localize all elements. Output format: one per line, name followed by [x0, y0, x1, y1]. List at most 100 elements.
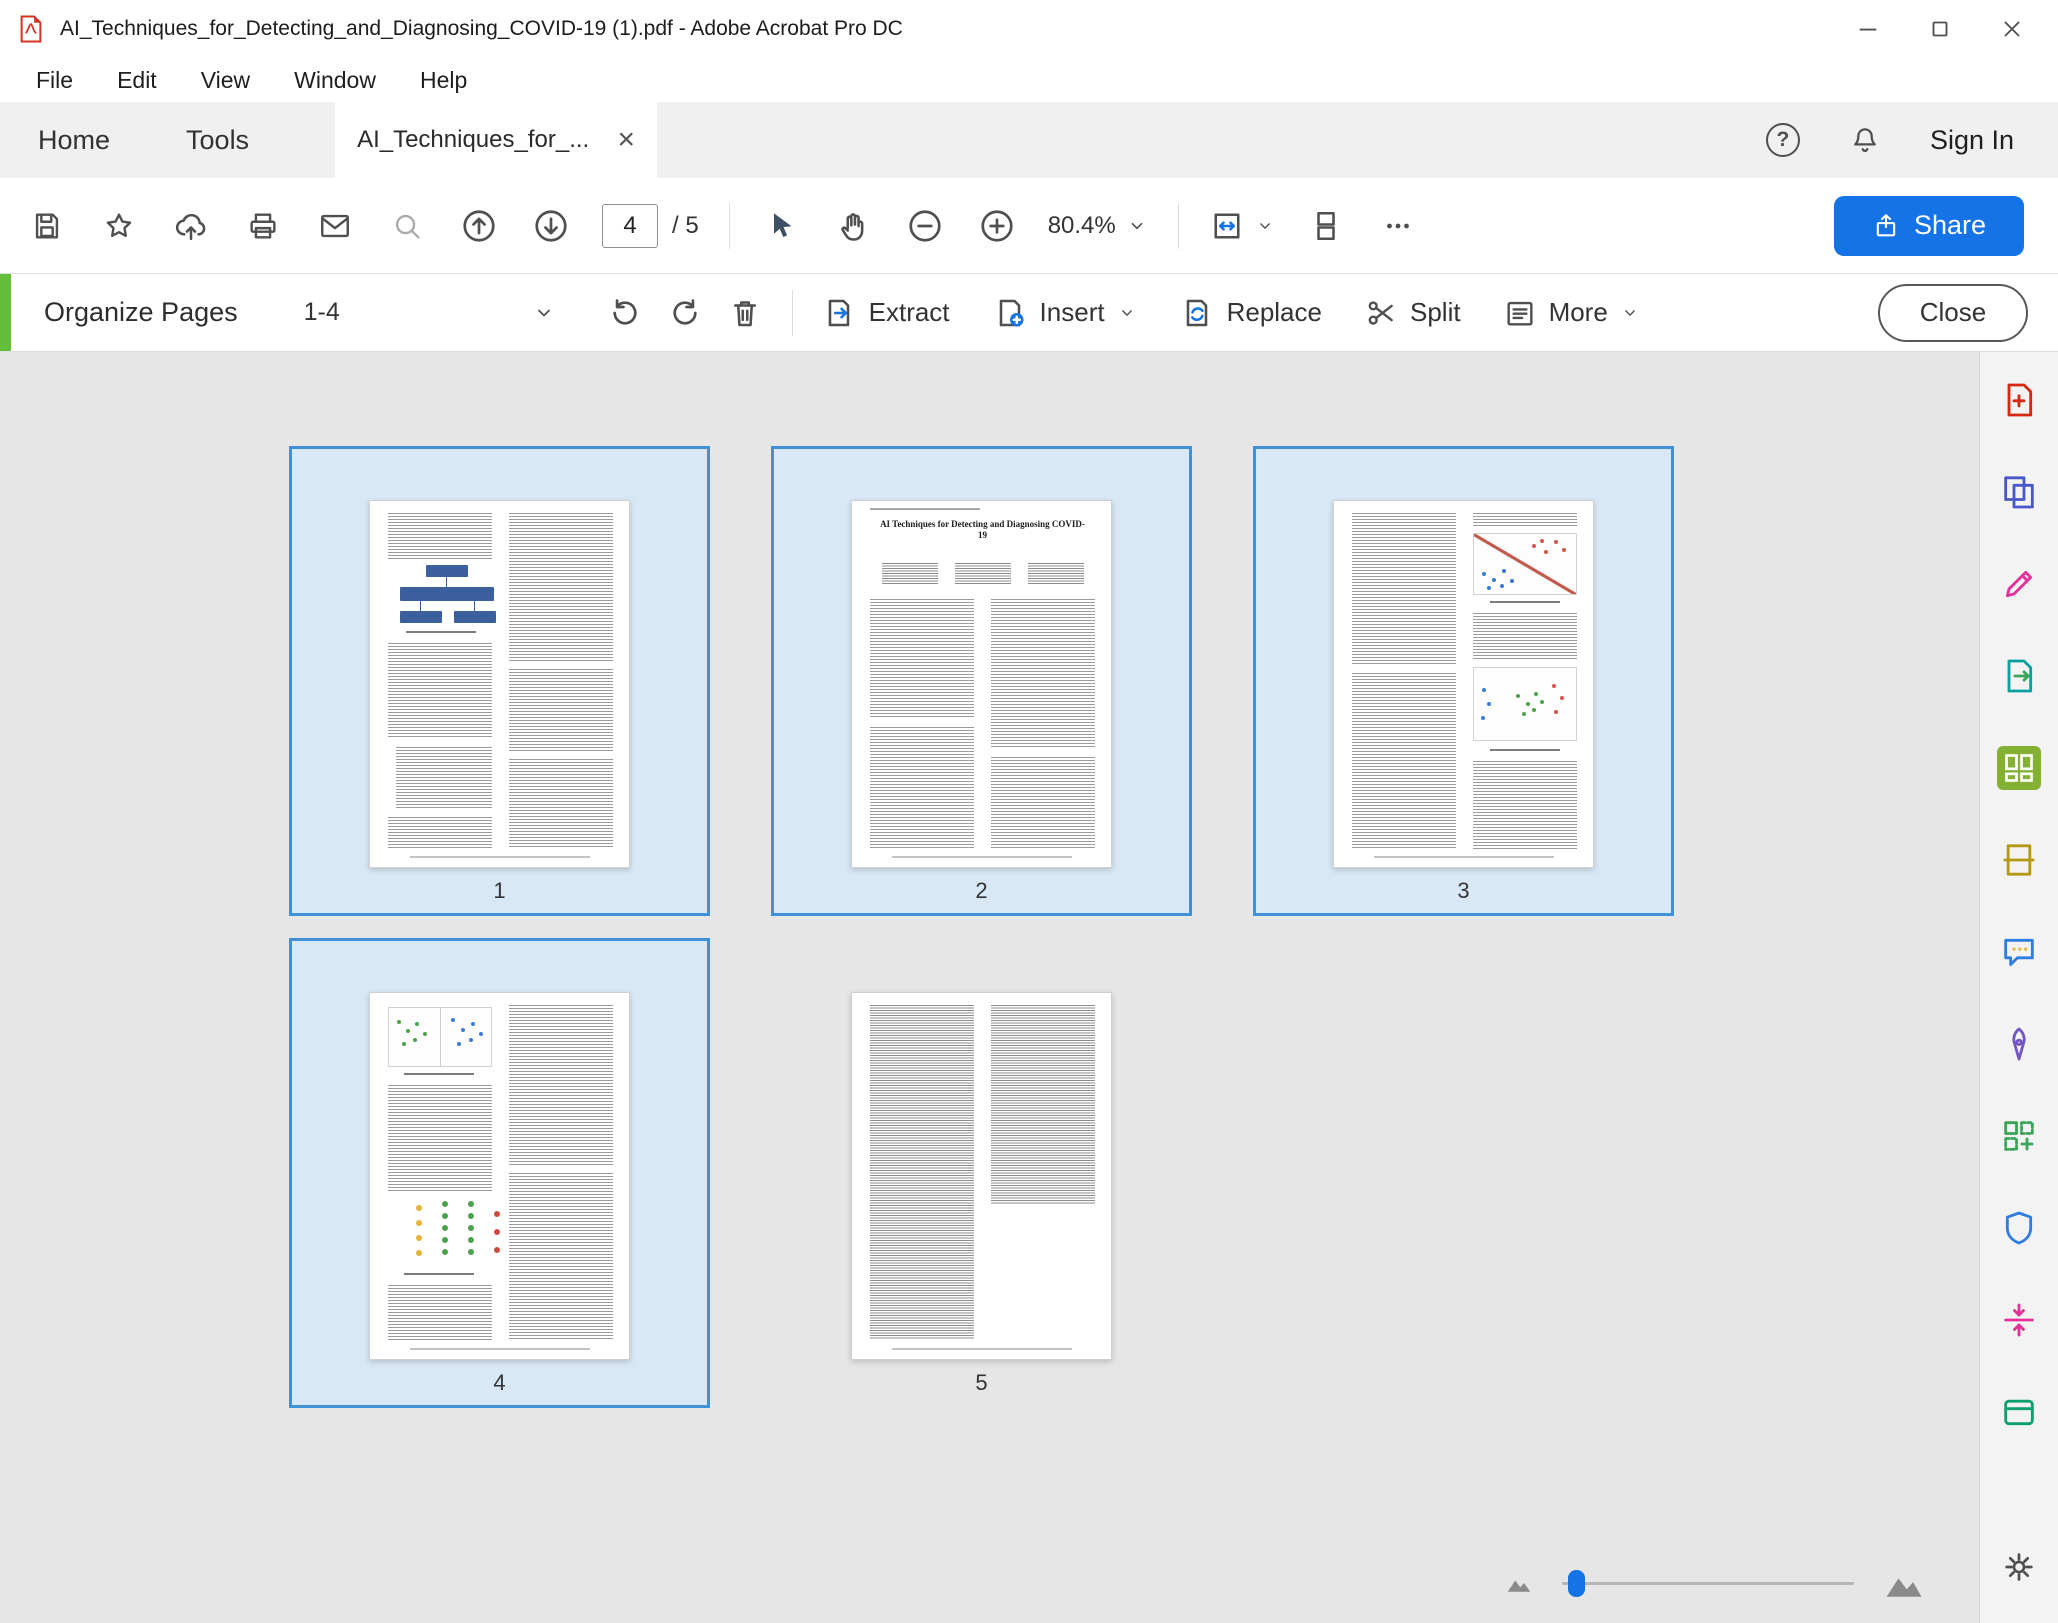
- menu-help[interactable]: Help: [420, 67, 467, 94]
- cloud-upload-icon[interactable]: [170, 205, 212, 247]
- tool-combine-files-icon[interactable]: [1997, 470, 2041, 514]
- tool-send-track-icon[interactable]: [1997, 1390, 2041, 1434]
- close-tab-icon[interactable]: ×: [618, 125, 636, 155]
- text-placeholder: [509, 759, 613, 849]
- author-block: [1028, 563, 1084, 585]
- more-button[interactable]: More: [1503, 296, 1640, 330]
- tool-organize-pages-icon[interactable]: [1997, 746, 2041, 790]
- share-button[interactable]: Share: [1834, 195, 2024, 256]
- flowchart-box: [426, 565, 468, 577]
- insert-button[interactable]: Insert: [992, 295, 1137, 331]
- author-block: [882, 563, 938, 585]
- notifications-bell-icon[interactable]: [1844, 119, 1886, 161]
- page-thumbnail-3[interactable]: 3: [1253, 446, 1674, 916]
- menu-file[interactable]: File: [36, 67, 73, 94]
- page-number-label: 1: [493, 878, 506, 903]
- zoom-level-dropdown[interactable]: 80.4%: [1048, 212, 1148, 240]
- text-placeholder: [388, 1285, 492, 1341]
- select-pointer-icon[interactable]: [760, 205, 802, 247]
- menu-window[interactable]: Window: [294, 67, 376, 94]
- minimize-button[interactable]: [1832, 4, 1904, 54]
- settings-gear-icon[interactable]: [1997, 1545, 2041, 1589]
- organize-divider: [791, 289, 793, 336]
- text-placeholder: [509, 513, 613, 661]
- figure-scatter-svm: [1473, 533, 1577, 595]
- search-icon[interactable]: [386, 205, 428, 247]
- page-number-label: 2: [975, 878, 988, 903]
- page-thumbnail-2[interactable]: AI Techniques for Detecting and Diagnosi…: [771, 446, 1192, 916]
- scatter-dots: [451, 1018, 455, 1022]
- figure-caption: [404, 1073, 474, 1075]
- tool-protect-icon[interactable]: [1997, 1206, 2041, 1250]
- organize-accent-strip: [0, 274, 11, 351]
- help-icon[interactable]: ?: [1765, 123, 1800, 157]
- sign-in-button[interactable]: Sign In: [1930, 125, 2014, 156]
- print-icon[interactable]: [242, 205, 284, 247]
- tab-document[interactable]: AI_Techniques_for_... ×: [335, 102, 658, 178]
- hand-pan-icon[interactable]: [832, 205, 874, 247]
- scatter-dots: [397, 1020, 401, 1024]
- zoom-small-icon[interactable]: [1504, 1568, 1534, 1598]
- replace-button[interactable]: Replace: [1179, 295, 1322, 331]
- tool-prepare-form-icon[interactable]: [1997, 1114, 2041, 1158]
- page-display-icon[interactable]: [1305, 205, 1347, 247]
- rotate-clockwise-icon[interactable]: [664, 292, 706, 334]
- email-icon[interactable]: [314, 205, 356, 247]
- menu-view[interactable]: View: [201, 67, 250, 94]
- network-layer-dots: [442, 1201, 448, 1207]
- split-button[interactable]: Split: [1364, 296, 1461, 330]
- page-number-input[interactable]: [602, 203, 658, 248]
- page-thumbnail-4[interactable]: 4: [289, 938, 710, 1408]
- close-window-button[interactable]: [1976, 4, 2048, 54]
- maximize-button[interactable]: [1904, 4, 1976, 54]
- text-placeholder: [991, 757, 1095, 849]
- zoom-out-icon[interactable]: [904, 205, 946, 247]
- network-layer-dots: [468, 1201, 474, 1207]
- tool-scan-ocr-icon[interactable]: [1997, 838, 2041, 882]
- slider-track[interactable]: [1562, 1569, 1854, 1597]
- flowchart-box: [454, 611, 496, 623]
- chevron-down-icon: [1121, 309, 1132, 316]
- text-placeholder: [870, 727, 974, 849]
- rotate-counterclockwise-icon[interactable]: [604, 292, 646, 334]
- previous-page-icon[interactable]: [458, 205, 500, 247]
- tool-fill-sign-icon[interactable]: [1997, 1022, 2041, 1066]
- extract-button[interactable]: Extract: [821, 295, 950, 331]
- text-placeholder: [388, 1085, 492, 1191]
- tool-edit-pdf-icon[interactable]: [1997, 562, 2041, 606]
- more-tools-icon[interactable]: [1377, 205, 1419, 247]
- fit-width-dropdown[interactable]: [1209, 208, 1275, 244]
- menu-edit[interactable]: Edit: [117, 67, 157, 94]
- tool-export-pdf-icon[interactable]: [1997, 654, 2041, 698]
- tab-home[interactable]: Home: [0, 102, 148, 178]
- scatter-dots: [1532, 544, 1536, 548]
- page-thumbnail-1[interactable]: 1: [289, 446, 710, 916]
- slider-handle[interactable]: [1568, 1569, 1585, 1597]
- split-scissors-icon: [1368, 300, 1393, 325]
- page-footer-line: [410, 856, 590, 858]
- tool-comment-icon[interactable]: [1997, 930, 2041, 974]
- page-footer-line: [892, 856, 1072, 858]
- zoom-large-icon[interactable]: [1882, 1561, 1926, 1605]
- tab-tools[interactable]: Tools: [148, 102, 287, 178]
- save-icon[interactable]: [26, 205, 68, 247]
- flowchart-box: [400, 587, 494, 601]
- star-favorite-icon[interactable]: [98, 205, 140, 247]
- tool-create-pdf-icon[interactable]: [1997, 378, 2041, 422]
- share-icon: [1876, 213, 1896, 236]
- next-page-icon[interactable]: [530, 205, 572, 247]
- figure-caption: [1490, 749, 1560, 751]
- page-thumbnail-5[interactable]: 5: [771, 938, 1192, 1408]
- document-tab-label: AI_Techniques_for_...: [357, 126, 590, 153]
- tool-compress-pdf-icon[interactable]: [1997, 1298, 2041, 1342]
- flowchart-connector: [420, 601, 421, 611]
- author-block: [955, 563, 1011, 585]
- zoom-in-icon[interactable]: [976, 205, 1018, 247]
- close-organize-button[interactable]: Close: [1878, 283, 2028, 342]
- page-total-label: / 5: [672, 211, 699, 239]
- page-range-dropdown[interactable]: 1-4: [304, 298, 556, 327]
- text-placeholder: [388, 817, 492, 849]
- chevron-down-icon: [1259, 222, 1270, 229]
- text-placeholder: [991, 599, 1095, 749]
- delete-pages-icon[interactable]: [724, 292, 766, 334]
